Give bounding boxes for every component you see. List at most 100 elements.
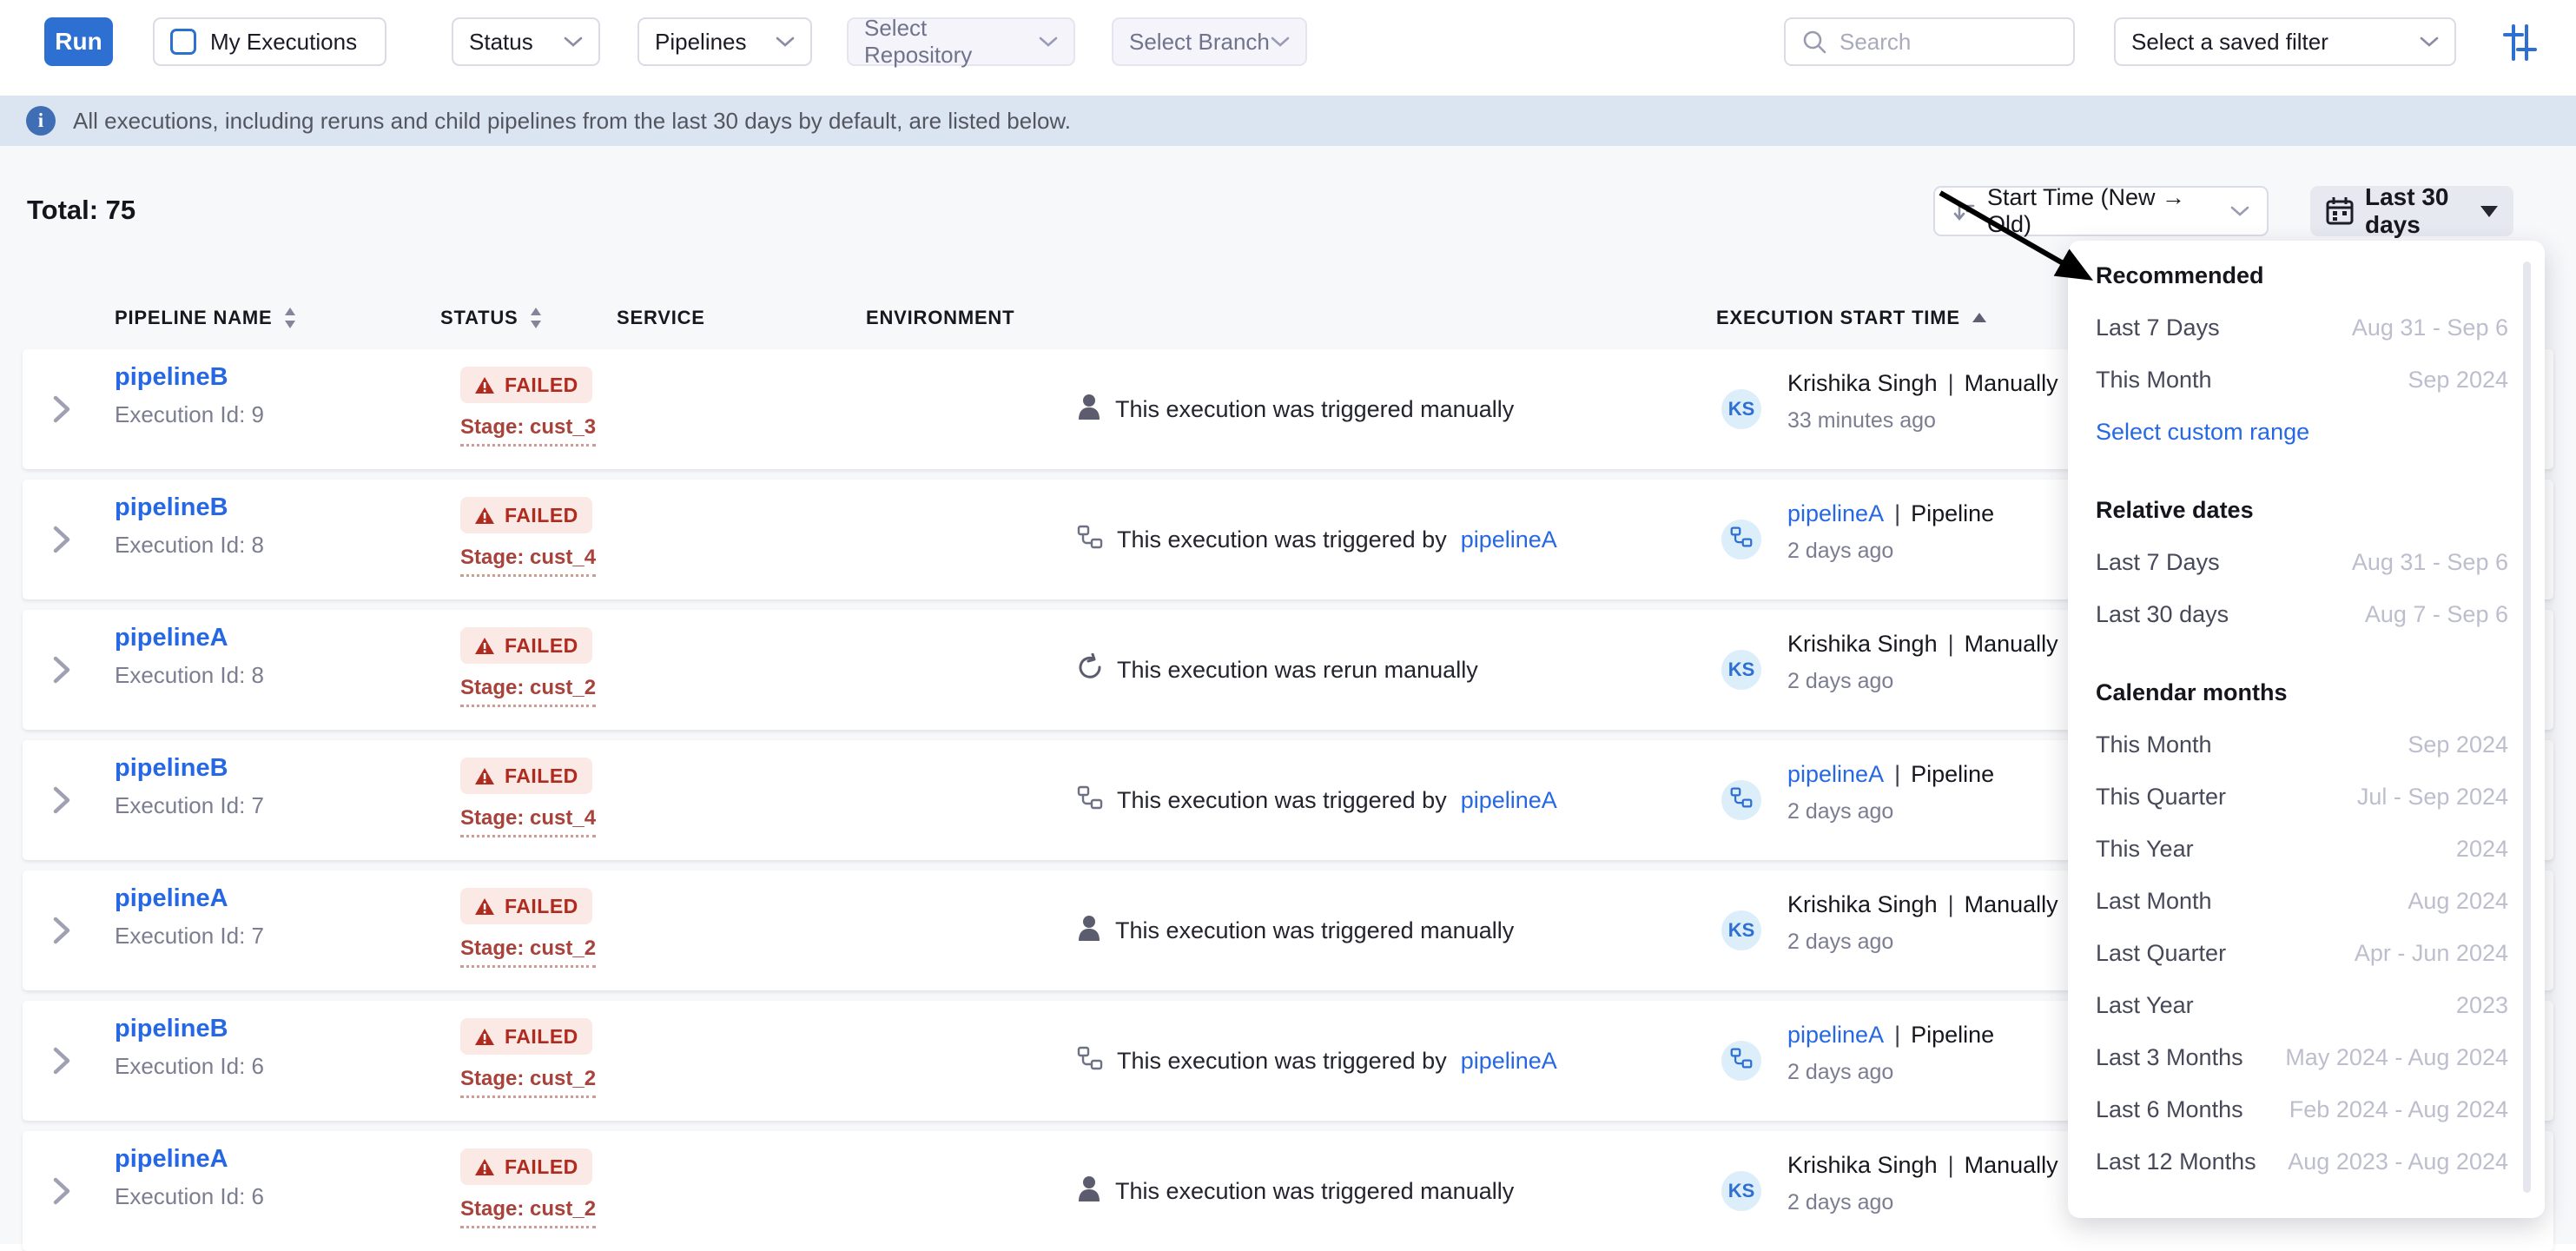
column-label: ENVIRONMENT — [866, 307, 1014, 329]
date-menu-item[interactable]: This Year 2024 — [2096, 823, 2508, 875]
column-header-pipeline-name[interactable]: PIPELINE NAME — [115, 290, 297, 346]
trigger-text: This execution was triggered by — [1117, 1048, 1447, 1075]
avatar-initials: KS — [1728, 398, 1755, 420]
pipelines-dropdown[interactable]: Pipelines — [637, 17, 812, 66]
date-menu-item[interactable]: Last 7 Days Aug 31 - Sep 6 — [2096, 536, 2508, 588]
run-button[interactable]: Run — [44, 17, 113, 66]
pipeline-name-link[interactable]: pipelineB — [115, 363, 228, 392]
starter-name[interactable]: pipelineA — [1787, 500, 1884, 527]
date-menu-item[interactable]: Last 12 Months Aug 2023 - Aug 2024 — [2096, 1135, 2508, 1188]
menu-scrollbar[interactable] — [2523, 261, 2531, 1193]
column-label: SERVICE — [617, 307, 705, 329]
date-menu-item[interactable]: This Quarter Jul - Sep 2024 — [2096, 771, 2508, 823]
date-menu-item-value: May 2024 - Aug 2024 — [2285, 1044, 2508, 1071]
trigger-rerun-icon — [1077, 653, 1103, 687]
date-menu-item-value: 2024 — [2456, 836, 2508, 863]
expand-chevron-icon[interactable] — [52, 525, 71, 559]
date-menu-item[interactable]: This Month Sep 2024 — [2096, 718, 2508, 771]
search-placeholder: Search — [1840, 29, 1911, 56]
my-executions-checkbox[interactable] — [170, 29, 196, 55]
stage-link[interactable]: Stage: cust_2 — [460, 676, 596, 707]
stage-label: Stage: cust_2 — [460, 1067, 596, 1090]
date-menu-item[interactable]: Last Year 2023 — [2096, 979, 2508, 1031]
stage-link[interactable]: Stage: cust_2 — [460, 937, 596, 968]
stage-link[interactable]: Stage: cust_4 — [460, 806, 596, 837]
saved-filter-dropdown[interactable]: Select a saved filter — [2114, 17, 2456, 66]
date-menu-item[interactable]: Last Quarter Apr - Jun 2024 — [2096, 927, 2508, 979]
date-menu-section: Recommended Last 7 Days Aug 31 - Sep 6 T… — [2096, 249, 2508, 458]
chevron-down-icon — [2230, 205, 2249, 217]
status-badge: FAILED — [460, 497, 592, 533]
start-time: 2 days ago — [1787, 1060, 1893, 1085]
warning-icon — [474, 376, 495, 394]
date-menu-item[interactable]: Last 6 Months Feb 2024 - Aug 2024 — [2096, 1083, 2508, 1135]
date-menu-section: Relative dates Last 7 Days Aug 31 - Sep … — [2096, 484, 2508, 640]
pipeline-name-link[interactable]: pipelineA — [115, 884, 228, 913]
date-menu-item[interactable]: This Month Sep 2024 — [2096, 354, 2508, 406]
status-badge: FAILED — [460, 627, 592, 664]
avatar-pipeline — [1730, 526, 1753, 553]
date-menu-item[interactable]: Last 30 days Aug 7 - Sep 6 — [2096, 588, 2508, 640]
starter-separator: | — [1948, 1152, 1954, 1179]
status-dropdown[interactable]: Status — [452, 17, 600, 66]
date-menu-section-header: Relative dates — [2096, 484, 2508, 536]
date-menu-item[interactable]: Last 7 Days Aug 31 - Sep 6 — [2096, 301, 2508, 354]
pipeline-name-link[interactable]: pipelineB — [115, 1015, 228, 1043]
column-header-status[interactable]: STATUS — [440, 290, 543, 346]
column-header-execution-start-time[interactable]: EXECUTION START TIME — [1716, 290, 1988, 346]
pipeline-name-link[interactable]: pipelineA — [115, 624, 228, 652]
date-range-button[interactable]: Last 30 days — [2310, 186, 2513, 236]
starter-separator: | — [1948, 891, 1954, 918]
date-menu-item[interactable]: Last Month Aug 2024 — [2096, 875, 2508, 927]
date-menu-item[interactable]: Select custom range — [2096, 406, 2508, 458]
trigger-pipeline-link[interactable]: pipelineA — [1461, 787, 1557, 814]
date-menu-item-label: This Year — [2096, 836, 2194, 863]
starter-name[interactable]: pipelineA — [1787, 761, 1884, 788]
executions-page: Run My Executions Status Pipelines Selec… — [0, 0, 2576, 1244]
column-label: PIPELINE NAME — [115, 307, 273, 329]
info-banner: i All executions, including reruns and c… — [0, 96, 2576, 146]
execution-id: Execution Id: 8 — [115, 532, 264, 559]
stage-label: Stage: cust_4 — [460, 546, 596, 569]
pipeline-name-link[interactable]: pipelineA — [115, 1145, 228, 1174]
trigger-text: This execution was triggered manually — [1115, 396, 1514, 423]
expand-chevron-icon[interactable] — [52, 785, 71, 819]
date-menu-item[interactable]: Last 3 Months May 2024 - Aug 2024 — [2096, 1031, 2508, 1083]
search-input[interactable]: Search — [1784, 17, 2075, 66]
date-menu-item-label: Last 7 Days — [2096, 314, 2220, 341]
expand-chevron-icon[interactable] — [52, 394, 71, 428]
date-menu-item-label: This Month — [2096, 731, 2212, 758]
trigger-cell: This execution was triggered by pipeline… — [1077, 480, 1557, 599]
starter-name[interactable]: pipelineA — [1787, 1022, 1884, 1049]
starter-type: Pipeline — [1911, 761, 1994, 788]
expand-chevron-icon[interactable] — [52, 916, 71, 950]
date-menu-item-label: Last 7 Days — [2096, 549, 2220, 576]
stage-link[interactable]: Stage: cust_3 — [460, 415, 596, 447]
warning-icon — [474, 1028, 495, 1046]
trigger-text: This execution was triggered manually — [1115, 917, 1514, 944]
trigger-pipeline-link[interactable]: pipelineA — [1461, 1048, 1557, 1075]
avatar: KS — [1721, 650, 1761, 690]
date-menu-item-label: Select custom range — [2096, 419, 2309, 446]
pipeline-name-link[interactable]: pipelineB — [115, 493, 228, 522]
filter-settings-icon[interactable] — [2500, 23, 2540, 67]
trigger-text: This execution was triggered manually — [1115, 1178, 1514, 1205]
expand-chevron-icon[interactable] — [52, 1176, 71, 1210]
expand-chevron-icon[interactable] — [52, 655, 71, 689]
trigger-text: This execution was rerun manually — [1117, 657, 1478, 684]
my-executions-toggle[interactable]: My Executions — [153, 17, 386, 66]
stage-link[interactable]: Stage: cust_2 — [460, 1197, 596, 1228]
pipeline-name-link[interactable]: pipelineB — [115, 754, 228, 783]
trigger-cell: This execution was rerun manually — [1077, 610, 1478, 730]
avatar-initials: KS — [1728, 659, 1755, 681]
select-branch-dropdown[interactable]: Select Branch — [1112, 17, 1307, 66]
select-repository-dropdown[interactable]: Select Repository — [847, 17, 1075, 66]
status-label: FAILED — [505, 1025, 578, 1049]
trigger-pipeline-link[interactable]: pipelineA — [1461, 526, 1557, 553]
sort-dropdown[interactable]: Start Time (New → Old) — [1933, 186, 2269, 236]
expand-chevron-icon[interactable] — [52, 1046, 71, 1080]
stage-link[interactable]: Stage: cust_4 — [460, 546, 596, 577]
stage-link[interactable]: Stage: cust_2 — [460, 1067, 596, 1098]
search-icon — [1801, 29, 1827, 55]
trigger-cell: This execution was triggered manually — [1077, 1131, 1514, 1251]
